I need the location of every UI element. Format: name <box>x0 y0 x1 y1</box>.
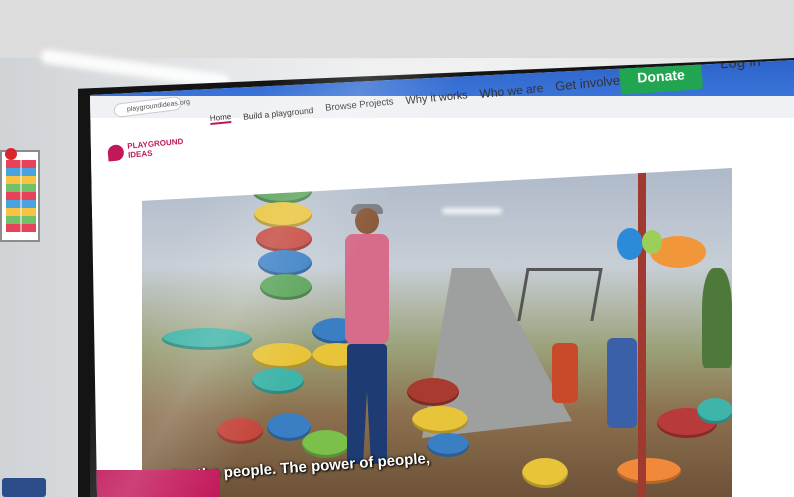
poster-grid <box>6 160 36 232</box>
fire-alarm <box>5 148 17 160</box>
palm-tree <box>702 268 732 368</box>
tire <box>407 378 459 406</box>
child-background-red <box>552 343 578 403</box>
tire <box>522 458 568 488</box>
nav-home[interactable]: Home <box>209 111 232 125</box>
wall-poster <box>0 150 40 242</box>
blue-object <box>2 478 46 497</box>
logo-text: PLAYGROUND IDEAS <box>126 136 184 160</box>
child-torso <box>345 234 389 344</box>
tire <box>217 418 263 444</box>
tire <box>252 343 312 369</box>
swing-frame <box>517 268 603 321</box>
child-foreground <box>337 204 397 478</box>
tire <box>254 202 312 228</box>
child-head <box>355 208 379 234</box>
tire <box>252 368 304 394</box>
top-band <box>0 0 794 58</box>
balloon-green <box>642 230 662 254</box>
hero-video[interactable]: it's the people. The power of people, <box>142 168 732 497</box>
tire <box>258 250 312 276</box>
tire <box>427 433 469 457</box>
tire <box>412 406 468 434</box>
sky-glare <box>442 208 502 214</box>
child-legs <box>347 344 387 464</box>
pink-footer-strip <box>90 470 220 497</box>
tire <box>617 458 681 484</box>
red-pole <box>638 168 646 497</box>
child-background-blue <box>607 338 637 428</box>
tire <box>162 328 252 350</box>
tire <box>256 226 312 252</box>
monitor-screen: ‹ › ↻ playgroundideas.org PLAYGROUND IDE… <box>90 60 794 497</box>
logo-mark-icon <box>107 144 125 162</box>
balloon-blue <box>617 228 643 260</box>
tire <box>697 398 732 424</box>
tire <box>260 274 312 300</box>
